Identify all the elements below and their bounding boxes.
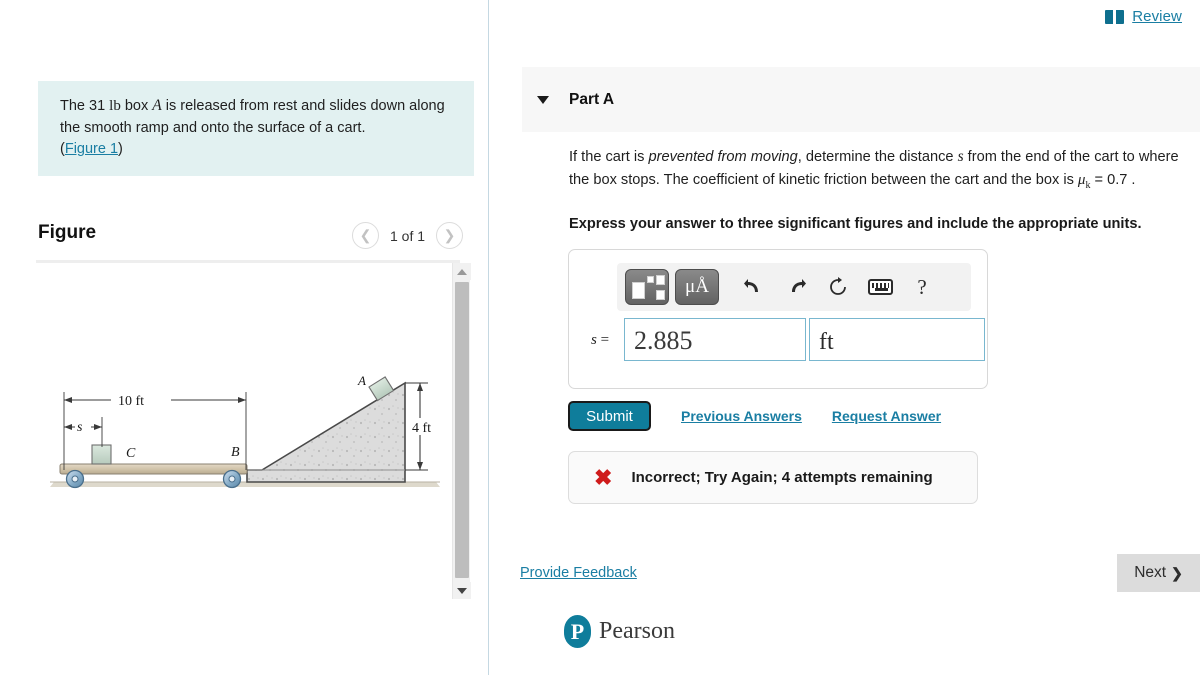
right-panel: Part A If the cart is prevented from mov… [489, 0, 1200, 675]
label-10ft: 10 ft [118, 394, 144, 409]
figure-navigation: ❮ 1 of 1 ❯ [352, 222, 464, 249]
answer-value-input[interactable]: 2.885 [624, 318, 806, 361]
caret-down-icon[interactable] [537, 95, 549, 104]
mu-symbol: μk [1077, 172, 1091, 192]
figure-link-close: ) [118, 140, 123, 157]
pearson-mark-icon: P [564, 615, 591, 648]
cart-wheel-right [222, 469, 242, 489]
cart-ramp-diagram-svg: A C B 10 ft s 4 ft [50, 373, 442, 489]
answer-units-input[interactable]: ft [809, 318, 985, 361]
answer-actions: Submit Previous Answers Request Answer [568, 401, 941, 431]
reset-circular-arrow-icon[interactable] [817, 269, 859, 305]
figure-divider [36, 260, 460, 263]
pearson-wordmark: Pearson [599, 618, 675, 644]
question-seg2: , determine the distance [797, 149, 958, 165]
answer-equals-sign: = [596, 332, 610, 348]
question-text: If the cart is prevented from moving, de… [569, 145, 1181, 194]
problem-text-part2: box [120, 98, 153, 114]
part-a-label: Part A [569, 90, 615, 108]
answer-equals-label: s = [591, 332, 609, 349]
math-toolbar: μÅ ? [617, 263, 971, 311]
figure-next-button[interactable]: ❯ [436, 222, 464, 249]
page-root: Review The 31 lb box A is released from … [0, 0, 1200, 675]
math-template-icon[interactable] [625, 269, 669, 305]
label-s: s [77, 420, 83, 435]
cart-wheel-left [65, 469, 85, 489]
part-a-header[interactable]: Part A [522, 67, 1200, 132]
problem-unit: lb [109, 98, 121, 114]
question-emphasis: prevented from moving [648, 149, 798, 165]
answer-widget: μÅ ? s = 2.885 ft [568, 249, 988, 389]
keyboard-icon[interactable] [859, 269, 901, 305]
scroll-up-button[interactable] [453, 263, 471, 280]
scrollbar-thumb[interactable] [455, 282, 469, 578]
figure-scrollbar[interactable] [452, 263, 471, 599]
label-b: B [231, 445, 240, 460]
submit-button[interactable]: Submit [568, 401, 651, 431]
problem-text-part1: The 31 [60, 98, 110, 114]
label-a: A [357, 373, 366, 388]
redo-arrow-icon[interactable] [775, 269, 817, 305]
problem-statement: The 31 lb box A is released from rest an… [38, 81, 474, 176]
figure-heading: Figure [38, 222, 97, 243]
figure-counter: 1 of 1 [390, 227, 426, 244]
next-button-label: Next [1134, 564, 1167, 581]
problem-body-label: A [152, 97, 162, 114]
label-4ft: 4 ft [412, 421, 431, 436]
question-seg1: If the cart is [569, 149, 649, 165]
pearson-logo: P Pearson [564, 615, 675, 648]
feedback-banner: ✖ Incorrect; Try Again; 4 attempts remai… [568, 451, 978, 504]
question-seg4: = 0.7 . [1090, 172, 1136, 189]
previous-answers-link[interactable]: Previous Answers [681, 408, 802, 424]
provide-feedback-link[interactable]: Provide Feedback [520, 565, 637, 581]
feedback-message: Incorrect; Try Again; 4 attempts remaini… [631, 469, 933, 486]
help-icon[interactable]: ? [901, 269, 943, 305]
chevron-right-icon: ❯ [1171, 564, 1183, 581]
label-c: C [126, 446, 136, 461]
figure-prev-button[interactable]: ❮ [352, 222, 379, 249]
figure-diagram: A C B 10 ft s 4 ft [36, 265, 456, 595]
left-panel: The 31 lb box A is released from rest an… [0, 0, 488, 675]
scroll-down-button[interactable] [453, 582, 471, 599]
request-answer-link[interactable]: Request Answer [832, 408, 941, 424]
undo-arrow-icon[interactable] [733, 269, 775, 305]
next-button[interactable]: Next ❯ [1117, 554, 1200, 592]
units-icon[interactable]: μÅ [675, 269, 719, 305]
figure-1-link[interactable]: Figure 1 [65, 141, 118, 157]
express-answer-note: Express your answer to three significant… [569, 216, 1142, 232]
incorrect-x-icon: ✖ [594, 464, 613, 490]
